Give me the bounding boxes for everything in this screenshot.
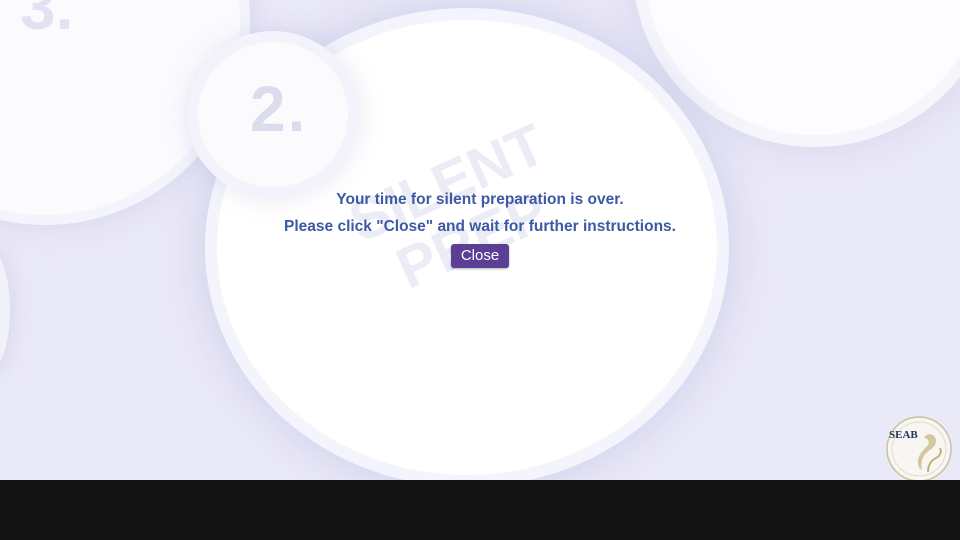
time-over-message: Your time for silent preparation is over…: [336, 191, 624, 208]
seab-lion-logo-icon: [886, 416, 952, 480]
preparation-screen: 3. 2. SILENT PREP Your time for silent p…: [0, 0, 960, 480]
time-over-dialog: Your time for silent preparation is over…: [0, 190, 960, 268]
bottom-bar: [0, 480, 960, 540]
decorative-circle-top-right: [645, 0, 960, 135]
seab-logo-text: SEAB: [889, 429, 918, 441]
instruction-message: Please click "Close" and wait for furthe…: [284, 218, 676, 235]
decorative-circle-left-edge: [0, 250, 10, 370]
close-button[interactable]: Close: [450, 244, 510, 268]
step-number-fragment: 3.: [20, 0, 74, 43]
step-number-label: 2.: [250, 73, 308, 145]
